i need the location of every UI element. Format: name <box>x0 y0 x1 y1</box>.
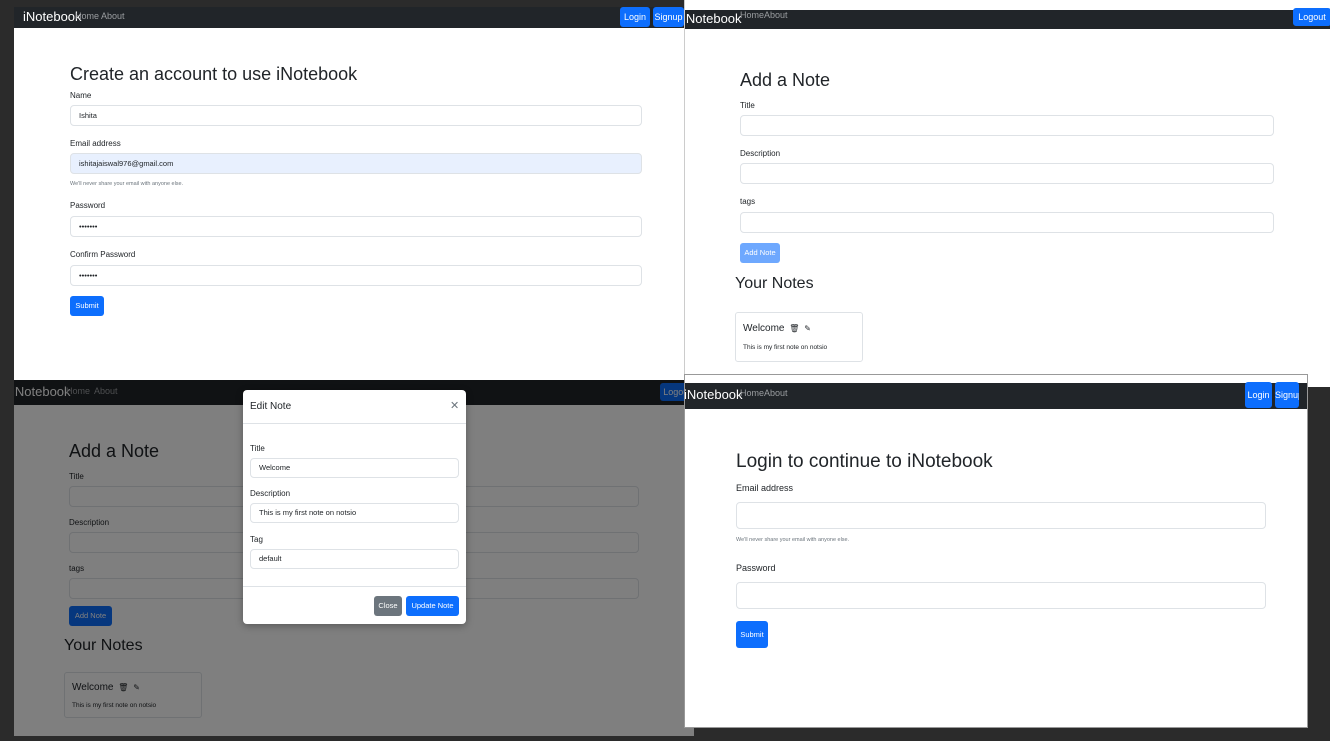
page-title: Login to continue to iNotebook <box>736 451 993 472</box>
login-screen: iNotebook Home About Login Signup Login … <box>684 374 1308 728</box>
signup-screen: iNotebook Home About Login Signup Create… <box>14 7 684 380</box>
login-button[interactable]: Login <box>1245 382 1272 408</box>
title-label: Title <box>740 101 755 110</box>
password-label: Password <box>736 563 776 573</box>
email-label: Email address <box>736 483 794 493</box>
email-label: Email address <box>70 139 121 148</box>
edit-icon[interactable]: ✎ <box>804 324 811 333</box>
email-help-text: We'll never share your email with anyone… <box>736 537 850 543</box>
confirm-password-field[interactable]: ••••••• <box>70 265 642 286</box>
nav-home-link[interactable]: Home <box>75 11 99 21</box>
title-input[interactable] <box>740 115 1274 136</box>
modal-tag-input[interactable]: default <box>250 549 459 569</box>
modal-title-label: Title <box>250 444 265 453</box>
modal-description-input[interactable]: This is my first note on notsio <box>250 503 459 523</box>
your-notes-heading: Your Notes <box>735 275 814 292</box>
confirm-password-label: Confirm Password <box>70 250 136 259</box>
trash-icon[interactable]: 🗑 <box>789 324 799 333</box>
email-help-text: We'll never share your email with anyone… <box>70 181 184 187</box>
modal-description-label: Description <box>250 489 291 498</box>
brand-link[interactable]: iNotebook <box>685 387 743 402</box>
logout-button[interactable]: Logout <box>1293 8 1330 26</box>
nav-about-link[interactable]: About <box>764 388 788 398</box>
modal-footer-divider <box>243 586 466 587</box>
description-label: Description <box>740 149 781 158</box>
add-note-button[interactable]: Add Note <box>740 243 780 263</box>
update-note-button[interactable]: Update Note <box>406 596 459 616</box>
nav-home-link[interactable]: Home <box>740 388 764 398</box>
password-field[interactable]: ••••••• <box>70 216 642 237</box>
name-field[interactable]: Ishita <box>70 105 642 126</box>
signup-button[interactable]: Signup <box>1275 382 1299 408</box>
signup-button[interactable]: Signup <box>653 7 684 27</box>
submit-button[interactable]: Submit <box>70 296 104 316</box>
nav-about-link[interactable]: About <box>101 11 125 21</box>
modal-header-divider <box>243 423 466 424</box>
login-button[interactable]: Login <box>620 7 650 27</box>
password-field[interactable] <box>736 582 1266 609</box>
close-button[interactable]: Close <box>374 596 402 616</box>
page-title: Create an account to use iNotebook <box>70 64 358 84</box>
close-icon[interactable]: ✕ <box>450 399 459 412</box>
email-field[interactable] <box>736 502 1266 529</box>
nav-about-link[interactable]: About <box>764 10 788 20</box>
navbar: iNotebook Home About Login Signup <box>685 382 1307 409</box>
tags-label: tags <box>740 197 756 206</box>
add-note-screen: iNotebook Home About Logout Add a Note T… <box>684 0 1330 387</box>
password-label: Password <box>70 201 106 210</box>
navbar: iNotebook Home About Login Signup <box>14 7 684 28</box>
edit-note-screen: iNotebook Home About Logout Add a Note T… <box>14 380 694 736</box>
add-note-heading: Add a Note <box>740 70 831 90</box>
note-description: This is my first note on notsio <box>743 344 828 351</box>
nav-home-link[interactable]: Home <box>740 10 764 20</box>
tags-input[interactable] <box>740 212 1274 233</box>
modal-title: Edit Note <box>250 401 292 412</box>
brand-link[interactable]: iNotebook <box>23 9 82 24</box>
name-label: Name <box>70 91 92 100</box>
brand-link[interactable]: iNotebook <box>685 11 742 26</box>
modal-tag-label: Tag <box>250 535 263 544</box>
submit-button[interactable]: Submit <box>736 621 768 648</box>
note-title-row: Welcome 🗑 ✎ <box>743 323 811 334</box>
navbar: iNotebook Home About Logout <box>685 8 1330 29</box>
edit-note-modal: Edit Note ✕ Title Welcome Description Th… <box>243 390 466 624</box>
modal-title-input[interactable]: Welcome <box>250 458 459 478</box>
description-input[interactable] <box>740 163 1274 184</box>
note-title: Welcome <box>743 323 785 334</box>
note-card: Welcome 🗑 ✎ This is my first note on not… <box>735 312 863 362</box>
email-field[interactable]: ishitajaiswal976@gmail.com <box>70 153 642 174</box>
